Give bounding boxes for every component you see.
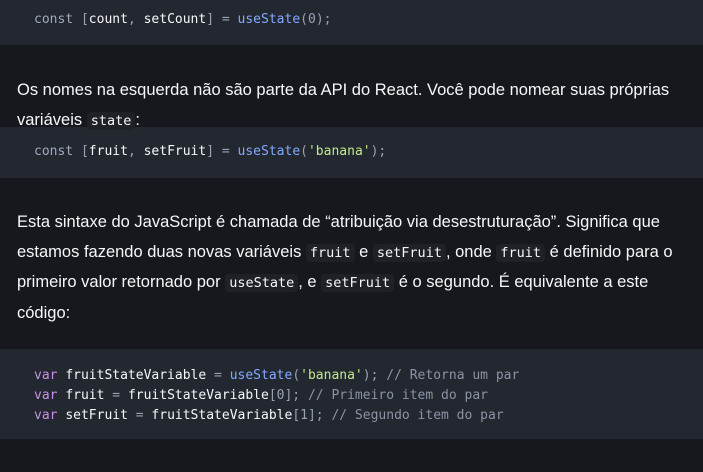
destructuring-term: “atribuição via desestruturação” [325, 213, 557, 231]
paragraph-names: Os nomes na esquerda não são parte da AP… [0, 45, 703, 130]
paragraph-text: : [135, 110, 140, 129]
paragraph-text: e [354, 242, 373, 261]
code-operator: = [221, 144, 230, 159]
code-keyword: var [34, 368, 58, 383]
paragraph-text: , onde [445, 242, 497, 261]
code-punct: ] [206, 144, 215, 159]
code-punct: ); [370, 144, 387, 159]
code-operator: = [112, 388, 121, 403]
code-var: fruit [65, 388, 105, 403]
code-punct: [ [80, 12, 89, 27]
code-punct: ( [300, 144, 308, 159]
code-keyword: const [34, 144, 74, 159]
code-var: fruitStateVariable [151, 408, 293, 423]
code-var: fruit [88, 144, 128, 159]
code-function: useState [229, 368, 293, 383]
inline-code-fruit: fruit [305, 243, 355, 262]
code-keyword: var [34, 408, 58, 423]
inline-code-usestate: useState [225, 274, 299, 292]
code-block-equivalent: var fruitStateVariable = useState('banan… [0, 349, 703, 439]
code-line: var setFruit = fruitStateVariable[1]; //… [34, 406, 703, 426]
code-comment: // Segundo item do par [331, 408, 504, 423]
code-block-count: const [count, setCount] = useState(0); [0, 0, 703, 45]
code-number: 0 [307, 12, 316, 27]
code-var: setFruit [65, 408, 128, 423]
code-punct: ]; [307, 408, 324, 423]
code-operator: = [135, 408, 144, 423]
code-number: 1 [300, 408, 308, 423]
code-punct: ); [362, 368, 379, 383]
code-var: fruitStateVariable [65, 368, 207, 383]
paragraph-text: Esta sintaxe do JavaScript é chamada de [17, 213, 326, 231]
inline-code-setfruit: setFruit [321, 274, 395, 292]
paragraph-text: , e [298, 273, 322, 291]
code-comment: // Primeiro item do par [307, 388, 488, 403]
inline-code-setfruit: setFruit [372, 243, 446, 262]
code-var: setCount [143, 12, 207, 27]
code-line: var fruit = fruitStateVariable[0]; // Pr… [34, 386, 703, 406]
code-punct: ] [206, 12, 215, 27]
code-string: 'banana' [300, 368, 363, 383]
paragraph-destructuring: Esta sintaxe do JavaScript é chamada de … [0, 178, 703, 349]
code-function: useState [237, 12, 301, 27]
code-line: var fruitStateVariable = useState('banan… [34, 366, 703, 386]
code-var: setFruit [143, 144, 207, 159]
code-var: count [88, 12, 128, 27]
code-punct: ); [315, 12, 332, 27]
code-punct: [ [80, 144, 89, 159]
code-punct: ( [300, 12, 308, 27]
code-keyword: var [34, 388, 58, 403]
code-operator: = [221, 12, 230, 27]
code-punct: ]; [284, 388, 301, 403]
code-comment: // Retorna um par [386, 368, 520, 383]
code-punct: ( [292, 368, 301, 383]
code-punct: [ [268, 388, 277, 403]
inline-code-fruit: fruit [496, 243, 546, 262]
code-keyword: const [34, 12, 74, 27]
code-punct: [ [292, 408, 301, 423]
code-punct: , [127, 144, 136, 159]
code-var: fruitStateVariable [127, 388, 269, 403]
inline-code-state: state [86, 111, 136, 130]
code-operator: = [214, 368, 222, 383]
code-punct: , [127, 12, 136, 27]
code-string: 'banana' [307, 144, 371, 159]
code-function: useState [237, 144, 301, 159]
